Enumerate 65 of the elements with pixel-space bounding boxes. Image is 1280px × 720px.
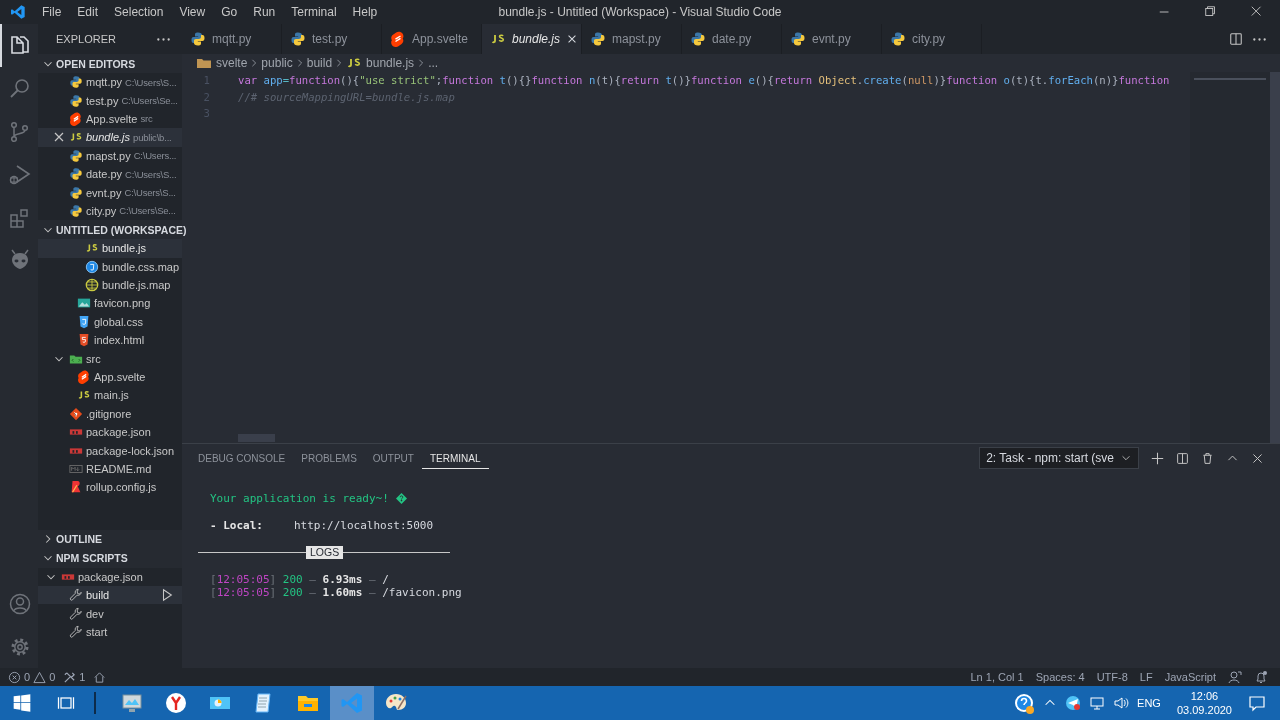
logs-divider: LOGS <box>198 546 450 559</box>
tree-item[interactable]: bundle.css.map <box>38 257 182 276</box>
status-item[interactable]: Ln 1, Col 1 <box>970 671 1024 683</box>
tree-item[interactable]: start <box>38 622 182 642</box>
menu-item[interactable]: Terminal <box>283 5 345 19</box>
tree-item[interactable]: src <box>38 349 182 368</box>
window-title: bundle.js - Untitled (Workspace) - Visual Studio Code <box>498 5 782 19</box>
terminal-line: Your application is ready~! <box>210 492 389 505</box>
open-editor-item[interactable]: test.py C:\Users\Se... <box>38 91 182 110</box>
section-header[interactable]: OPEN EDITORS <box>38 54 182 73</box>
open-editor-item[interactable]: city.py C:\Users\Se... <box>38 201 182 221</box>
tree-item[interactable]: README.md <box>38 459 182 479</box>
menu-item[interactable]: Selection <box>106 5 172 19</box>
terminal-line: [12:05:05] 200 — 1.60ms — /favicon.png <box>210 586 462 599</box>
menu-item[interactable]: Go <box>213 5 246 19</box>
section-header[interactable]: OUTLINE <box>38 529 182 549</box>
problems-status[interactable]: 0 0 <box>8 670 56 684</box>
editor-tab[interactable]: bundle.js <box>482 24 582 54</box>
clock[interactable]: 12:06 03.09.2020 <box>1168 689 1240 717</box>
open-editor-item[interactable]: bundle.js public\b... <box>38 128 182 147</box>
terminal-line: - Local: http://localhost:5000 <box>210 519 434 532</box>
panel-tab[interactable]: PROBLEMS <box>293 447 365 469</box>
open-editor-item[interactable]: mqtt.py C:\Users\S... <box>38 73 182 92</box>
open-editor-item[interactable]: date.py C:\Users\S... <box>38 164 182 184</box>
code-line: //# sourceMappingURL=bundle.js.map <box>238 90 455 103</box>
status-item[interactable]: JavaScript <box>1164 671 1216 683</box>
terminal-line: [12:05:05] 200 — 6.93ms — / <box>210 573 389 586</box>
breadcrumb-item[interactable]: public <box>261 56 293 70</box>
tasks-status[interactable]: 1 <box>63 670 86 684</box>
tree-item[interactable]: favicon.png <box>38 294 182 313</box>
menu-item[interactable]: Run <box>245 5 284 19</box>
breadcrumb-item[interactable]: svelte <box>196 55 248 71</box>
sidebar-title: EXPLORER <box>56 33 117 45</box>
panel-tab[interactable]: DEBUG CONSOLE <box>190 447 294 469</box>
tree-item[interactable]: dev <box>38 604 182 623</box>
tree-item[interactable]: App.svelte <box>38 367 182 387</box>
menu-item[interactable]: File <box>34 5 70 19</box>
terminal-dropdown[interactable]: 2: Task - npm: start (sve <box>979 447 1139 469</box>
tree-item[interactable]: global.css <box>38 312 182 332</box>
language-indicator[interactable]: ENG <box>1137 697 1161 709</box>
status-item[interactable]: Spaces: 4 <box>1035 671 1085 683</box>
tree-item[interactable]: index.html <box>38 331 182 350</box>
tree-item[interactable]: package-lock.json <box>38 441 182 460</box>
open-editor-item[interactable]: App.svelte src <box>38 109 182 129</box>
tree-item[interactable]: package.json <box>38 423 182 442</box>
status-item[interactable]: LF <box>1139 671 1153 683</box>
breadcrumb-item[interactable]: ... <box>428 56 439 70</box>
tree-item[interactable]: build <box>38 586 182 605</box>
tree-item[interactable]: package.json <box>38 567 182 586</box>
panel-tab[interactable]: TERMINAL <box>421 447 489 469</box>
breadcrumb-item[interactable]: build <box>306 56 333 70</box>
menu-item[interactable]: Help <box>344 5 386 19</box>
tree-item[interactable]: main.js <box>38 386 182 405</box>
status-item[interactable]: UTF-8 <box>1096 671 1128 683</box>
tree-item[interactable]: .gitignore <box>38 404 182 424</box>
open-editor-item[interactable]: evnt.py C:\Users\S... <box>38 183 182 202</box>
menu-item[interactable]: View <box>171 5 214 19</box>
tree-item[interactable]: bundle.js <box>38 239 182 258</box>
open-editor-item[interactable]: mapst.py C:\Users... <box>38 146 182 165</box>
code-line: var app=function(){"use strict";function t(){}function n(t){return t()}function e(){return Object.create(null)}function o(t){t.forEach(n)}function <box>238 74 1170 87</box>
menu-item[interactable]: Edit <box>69 5 107 19</box>
breadcrumb-item[interactable]: bundle.js <box>346 55 415 71</box>
panel-tab[interactable]: OUTPUT <box>364 447 422 469</box>
tree-item[interactable]: bundle.js.map <box>38 275 182 295</box>
tree-item[interactable]: rollup.config.js <box>38 478 182 497</box>
